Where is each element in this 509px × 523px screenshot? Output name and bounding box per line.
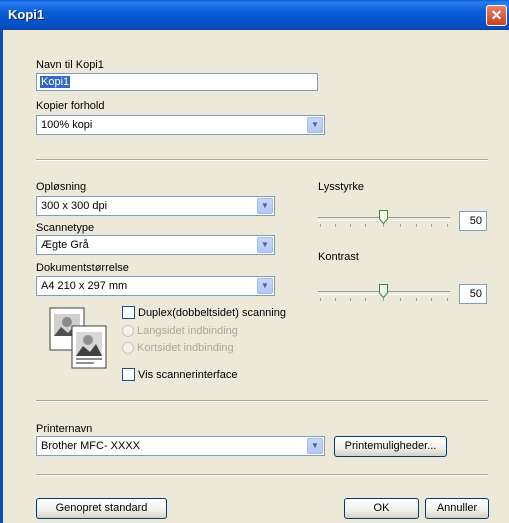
- duplex-label: Duplex(dobbeltsidet) scanning: [138, 307, 286, 319]
- close-button[interactable]: ✕: [486, 5, 507, 26]
- title-bar: Kopi1 ✕: [0, 0, 509, 30]
- resolution-dropdown-button[interactable]: ▼: [257, 198, 273, 214]
- copy-ratio-dropdown-button[interactable]: ▼: [307, 117, 323, 133]
- dialog-body: Navn til Kopi1 Kopi1 Kopier forhold 100%…: [0, 30, 509, 523]
- ok-button[interactable]: OK: [344, 498, 419, 519]
- document-size-dropdown-button[interactable]: ▼: [257, 278, 273, 294]
- short-edge-label: Kortsidet indbinding: [137, 342, 234, 354]
- separator-bottom: [36, 474, 488, 476]
- resolution-value: 300 x 300 dpi: [41, 200, 108, 212]
- duplex-checkbox[interactable]: [122, 306, 135, 319]
- long-edge-label: Langsidet indbinding: [137, 325, 238, 337]
- scan-type-select[interactable]: Ægte Grå ▼: [36, 235, 275, 255]
- contrast-value[interactable]: 50: [459, 284, 487, 304]
- scan-type-label: Scannetype: [36, 222, 95, 234]
- cancel-button[interactable]: Annuller: [425, 498, 489, 519]
- close-icon: ✕: [490, 7, 503, 23]
- chevron-down-icon: ▼: [261, 201, 269, 210]
- duplex-document-icon: [48, 306, 110, 372]
- copy-ratio-value: 100% kopi: [41, 119, 93, 131]
- separator-top: [36, 159, 488, 161]
- brightness-value[interactable]: 50: [459, 211, 487, 231]
- printer-dropdown-button[interactable]: ▼: [307, 438, 323, 454]
- contrast-slider-thumb[interactable]: [379, 284, 388, 299]
- chevron-down-icon: ▼: [311, 441, 319, 450]
- printer-options-button[interactable]: Printemuligheder...: [334, 436, 447, 457]
- resolution-select[interactable]: 300 x 300 dpi ▼: [36, 196, 275, 216]
- copy-ratio-select[interactable]: 100% kopi ▼: [36, 115, 325, 135]
- contrast-label: Kontrast: [318, 251, 359, 263]
- show-interface-label: Vis scannerinterface: [138, 369, 238, 381]
- name-input[interactable]: Kopi1: [36, 73, 318, 91]
- scan-type-value: Ægte Grå: [41, 239, 89, 251]
- short-edge-radio[interactable]: [122, 342, 134, 354]
- resolution-label: Opløsning: [36, 181, 87, 193]
- window-title: Kopi1: [8, 7, 45, 22]
- document-size-value: A4 210 x 297 mm: [41, 280, 128, 292]
- chevron-down-icon: ▼: [261, 240, 269, 249]
- brightness-label: Lysstyrke: [318, 181, 365, 193]
- name-label: Navn til Kopi1: [36, 59, 104, 71]
- document-size-label: Dokumentstørrelse: [36, 262, 129, 274]
- copy-ratio-label: Kopier forhold: [36, 100, 105, 112]
- chevron-down-icon: ▼: [261, 281, 269, 290]
- restore-defaults-button[interactable]: Genopret standard: [36, 498, 167, 519]
- printer-label: Printernavn: [36, 423, 93, 435]
- document-size-select[interactable]: A4 210 x 297 mm ▼: [36, 276, 275, 296]
- long-edge-radio[interactable]: [122, 325, 134, 337]
- separator-middle: [36, 400, 488, 402]
- scan-type-dropdown-button[interactable]: ▼: [257, 237, 273, 253]
- brightness-slider-thumb[interactable]: [379, 210, 388, 225]
- printer-select[interactable]: Brother MFC- XXXX ▼: [36, 436, 325, 456]
- show-interface-checkbox[interactable]: [122, 368, 135, 381]
- name-value: Kopi1: [40, 76, 71, 88]
- printer-value: Brother MFC- XXXX: [41, 440, 141, 452]
- chevron-down-icon: ▼: [311, 120, 319, 129]
